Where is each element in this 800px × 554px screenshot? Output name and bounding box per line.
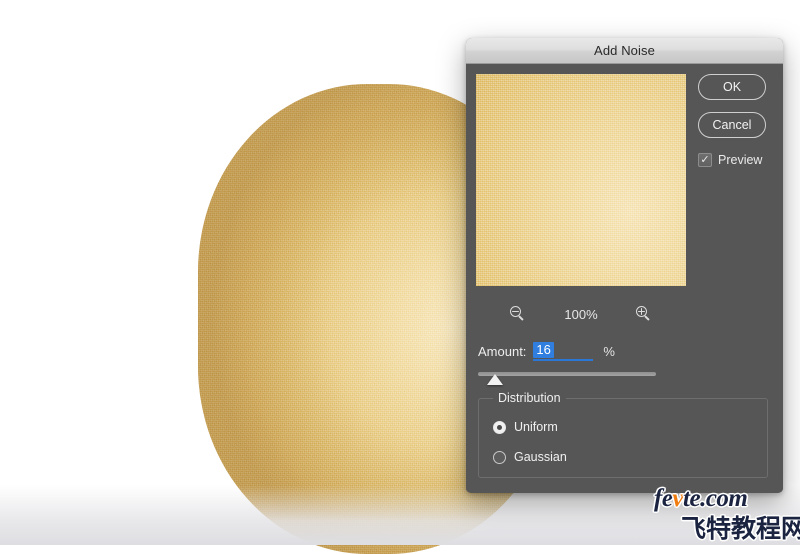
dialog-body: OK Cancel ✓ Preview 100% Amount: 16 % Di… (466, 64, 783, 492)
dialog-title: Add Noise (594, 43, 655, 58)
magnifier-plus-icon[interactable] (636, 306, 652, 322)
radio-uniform[interactable] (493, 420, 506, 434)
zoom-level-label: 100% (564, 306, 598, 322)
radio-gaussian-label: Gaussian (514, 450, 567, 464)
cancel-button-label: Cancel (712, 118, 752, 132)
cancel-button[interactable]: Cancel (698, 112, 766, 138)
checkmark-icon: ✓ (700, 153, 710, 166)
preview-gold-noise-texture (476, 74, 686, 286)
amount-slider-track[interactable] (478, 372, 656, 376)
radio-row-uniform[interactable]: Uniform (493, 420, 558, 434)
preview-zoom-controls: 100% (476, 302, 686, 326)
radio-uniform-label: Uniform (514, 420, 558, 434)
distribution-legend: Distribution (493, 391, 566, 405)
noise-preview-thumbnail[interactable] (476, 74, 686, 286)
preview-checkbox-label: Preview (718, 153, 763, 167)
preview-checkbox[interactable]: ✓ (698, 153, 712, 167)
distribution-group: Distribution Uniform Gaussian (478, 391, 768, 478)
add-noise-dialog: Add Noise OK Cancel ✓ Preview 100% Amoun… (466, 38, 783, 493)
ok-button[interactable]: OK (698, 74, 766, 100)
dialog-titlebar[interactable]: Add Noise (466, 38, 783, 64)
preview-checkbox-row[interactable]: ✓ Preview (698, 153, 762, 167)
magnifier-minus-icon[interactable] (510, 306, 526, 322)
amount-slider-thumb[interactable] (487, 374, 503, 385)
radio-gaussian[interactable] (493, 450, 506, 464)
amount-slider[interactable] (478, 368, 768, 390)
amount-unit-label: % (603, 343, 615, 359)
amount-label: Amount: (478, 343, 527, 359)
amount-row: Amount: 16 % (478, 340, 768, 362)
preview-gold-shape (476, 74, 686, 286)
ok-button-label: OK (722, 80, 742, 94)
amount-input[interactable]: 16 (533, 341, 594, 361)
radio-row-gaussian[interactable]: Gaussian (493, 450, 567, 464)
amount-input-value: 16 (533, 342, 554, 358)
